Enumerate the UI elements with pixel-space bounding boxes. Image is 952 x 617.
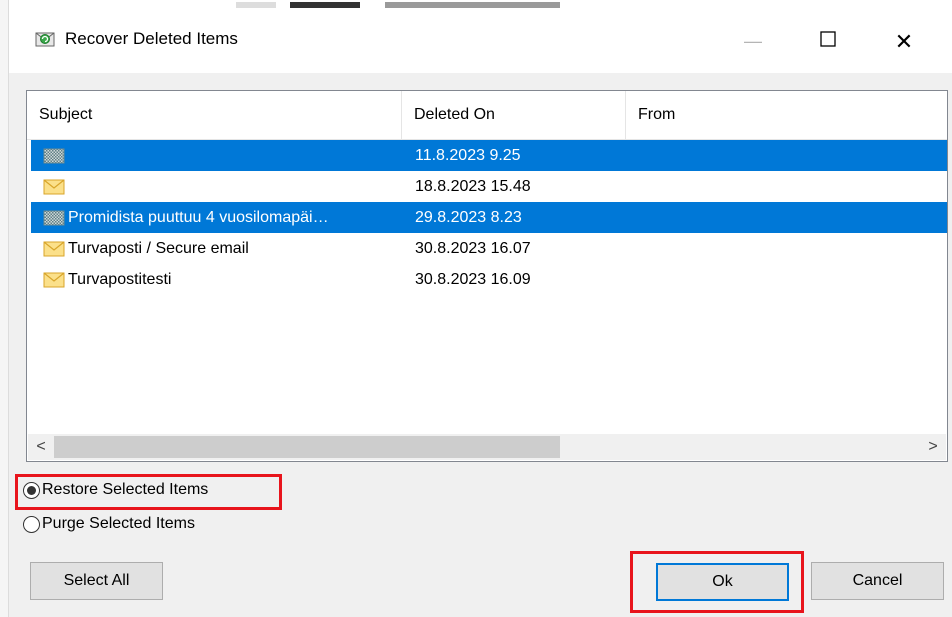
deleted-items-list[interactable]: Subject Deleted On From 11.8.2023 9.25 1… [26, 90, 948, 462]
encrypted-mail-icon [43, 147, 65, 165]
cancel-button[interactable]: Cancel [811, 562, 944, 600]
row-deleted-on: 29.8.2023 8.23 [415, 208, 522, 226]
envelope-icon [43, 240, 65, 258]
row-deleted-on: 30.8.2023 16.09 [415, 270, 531, 288]
radio-unchecked-icon[interactable] [23, 515, 40, 533]
row-subject: Turvapostitesti [68, 270, 172, 288]
row-subject: Promidista puuttuu 4 vuosilomapäi… [68, 208, 329, 226]
scroll-left-icon[interactable]: < [28, 434, 54, 460]
restore-highlight-box [15, 474, 282, 510]
background-window-edge [0, 0, 9, 617]
background-window-strip [0, 0, 952, 10]
envelope-icon [43, 178, 65, 196]
row-deleted-on: 18.8.2023 15.48 [415, 177, 531, 195]
row-subject: Turvaposti / Secure email [68, 239, 249, 257]
column-header-from[interactable]: From [626, 91, 947, 139]
purge-selected-items-label[interactable]: Purge Selected Items [42, 515, 195, 533]
list-header: Subject Deleted On From [27, 91, 947, 140]
list-row[interactable]: Turvaposti / Secure email 30.8.2023 16.0… [31, 233, 947, 264]
title-bar[interactable]: Recover Deleted Items — ✕ [9, 10, 952, 73]
maximize-icon [820, 31, 836, 52]
minimize-icon: — [744, 31, 762, 51]
maximize-button[interactable] [799, 10, 857, 73]
encrypted-mail-icon [43, 209, 65, 227]
recover-items-app-icon [35, 28, 55, 48]
scrollbar-thumb[interactable] [54, 436, 560, 458]
row-deleted-on: 30.8.2023 16.07 [415, 239, 531, 257]
minimize-button[interactable]: — [724, 10, 782, 73]
row-deleted-on: 11.8.2023 9.25 [415, 146, 521, 164]
window-title: Recover Deleted Items [65, 29, 238, 48]
close-icon: ✕ [894, 28, 914, 54]
envelope-icon [43, 271, 65, 289]
purge-selected-items-radio[interactable]: Purge Selected Items [23, 515, 195, 533]
horizontal-scrollbar[interactable]: < > [28, 434, 946, 460]
close-button[interactable]: ✕ [875, 10, 933, 73]
scroll-right-icon[interactable]: > [920, 434, 946, 460]
select-all-button[interactable]: Select All [30, 562, 163, 600]
column-header-subject[interactable]: Subject [27, 91, 402, 139]
column-header-deleted-on[interactable]: Deleted On [402, 91, 626, 139]
ok-highlight-box [630, 551, 804, 613]
list-row[interactable]: 18.8.2023 15.48 [31, 171, 947, 202]
list-row[interactable]: 11.8.2023 9.25 [31, 140, 947, 171]
list-row[interactable]: Turvapostitesti 30.8.2023 16.09 [31, 264, 947, 295]
list-row[interactable]: Promidista puuttuu 4 vuosilomapäi… 29.8.… [31, 202, 947, 233]
